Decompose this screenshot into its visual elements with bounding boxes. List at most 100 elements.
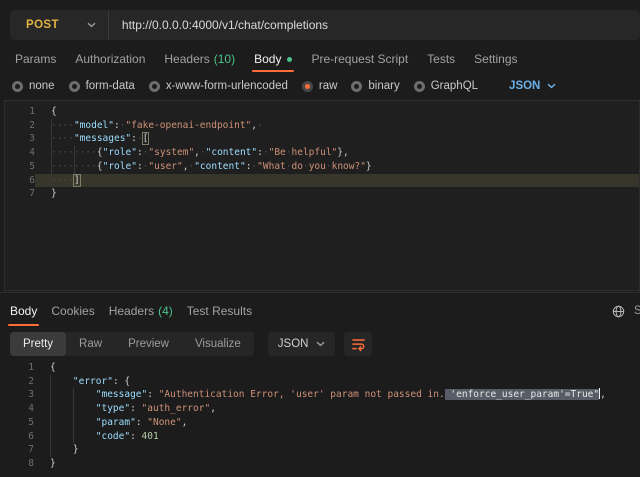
- globe-icon[interactable]: [612, 305, 625, 318]
- code-content: "code": 401: [34, 430, 640, 444]
- tab-label: Params: [15, 52, 56, 66]
- code-content: }: [34, 443, 640, 457]
- indent-guide: [50, 402, 51, 416]
- token-str: "fake-openai-endpoint": [125, 120, 251, 131]
- line-number: 8: [4, 457, 34, 471]
- token-key: "role": [103, 161, 137, 172]
- mode-none[interactable]: none: [12, 80, 55, 92]
- tab-authorization[interactable]: Authorization: [75, 46, 145, 72]
- token-pun: }: [51, 188, 57, 199]
- indent-guide: [50, 375, 51, 389]
- mode-form-data[interactable]: form-data: [69, 80, 135, 92]
- token-pun: }: [366, 161, 372, 172]
- token-pun: :·: [257, 147, 268, 158]
- line-number: 4: [4, 402, 34, 416]
- response-tab-label: Test Results: [187, 304, 252, 318]
- code-content: "message": "Authentication Error, 'user'…: [34, 388, 640, 402]
- body-language-select[interactable]: JSON: [509, 80, 556, 92]
- word-wrap-icon: [351, 337, 366, 352]
- chevron-down-icon: [316, 341, 325, 347]
- code-line: 7}: [5, 187, 639, 201]
- token-pun: }: [50, 458, 56, 469]
- mode-raw[interactable]: raw: [302, 80, 338, 92]
- request-body-editor[interactable]: 1{2····"model":·"fake-openai-endpoint",·…: [4, 100, 640, 291]
- url-input[interactable]: http://0.0.0.0:4000/v1/chat/completions: [109, 18, 328, 32]
- line-number: 2: [5, 119, 35, 133]
- mode-x-www-form-urlencoded[interactable]: x-www-form-urlencoded: [149, 80, 288, 92]
- token-key: "model": [74, 120, 114, 131]
- mode-binary[interactable]: binary: [351, 80, 399, 92]
- response-language-select[interactable]: JSON: [268, 332, 336, 356]
- token-pun: {: [50, 362, 56, 373]
- code-line: 5········{"role":·"user",·"content":·"Wh…: [5, 160, 639, 174]
- word-wrap-button[interactable]: [344, 332, 372, 356]
- response-tab-body[interactable]: Body: [10, 296, 37, 326]
- view-pretty[interactable]: Pretty: [10, 332, 66, 356]
- token-ws: [50, 376, 73, 387]
- token-key: "role": [103, 147, 137, 158]
- tab-body[interactable]: Body: [254, 46, 292, 72]
- request-url-bar: POST http://0.0.0.0:4000/v1/chat/complet…: [10, 10, 640, 40]
- token-bracket: ]: [74, 175, 80, 186]
- tab-tests[interactable]: Tests: [427, 46, 455, 72]
- response-status-icons: S: [612, 296, 640, 326]
- section-divider: [0, 292, 640, 293]
- chevron-down-icon: [87, 22, 96, 28]
- token-str: "Authentication Error, 'user' param not …: [159, 389, 445, 400]
- response-tab-headers[interactable]: Headers(4): [109, 296, 173, 326]
- method-selector[interactable]: POST: [10, 19, 96, 31]
- tab-label: Body: [254, 52, 281, 66]
- whitespace-dot: ·: [326, 161, 332, 172]
- tab-settings[interactable]: Settings: [474, 46, 517, 72]
- response-tab-test-results[interactable]: Test Results: [187, 296, 252, 326]
- mode-graphql[interactable]: GraphQL: [414, 80, 478, 92]
- line-number: 5: [4, 416, 34, 430]
- line-number: 3: [5, 132, 35, 146]
- token-pun: },: [337, 147, 348, 158]
- line-number: 5: [5, 160, 35, 174]
- body-type-row: none form-data x-www-form-urlencoded raw bin…: [12, 74, 640, 98]
- token-ws: ·: [257, 120, 263, 131]
- indent-guide: [51, 160, 52, 174]
- whitespace-dot: ·: [303, 161, 309, 172]
- code-line: 5 "param": "None",: [4, 416, 640, 430]
- code-line: 7 }: [4, 443, 640, 457]
- response-tabs: Body Cookies Headers(4) Test Results: [10, 296, 600, 326]
- tab-headers[interactable]: Headers(10): [164, 46, 235, 72]
- view-raw[interactable]: Raw: [66, 332, 115, 356]
- radio-icon: [302, 81, 313, 92]
- token-pun: : {: [113, 376, 130, 387]
- indent-guide: [51, 146, 52, 160]
- code-line: 1{: [5, 105, 639, 119]
- tab-count-badge: (10): [214, 52, 235, 66]
- indent-guide: [50, 388, 51, 402]
- line-number: 4: [5, 146, 35, 160]
- indent-guide: [74, 160, 75, 174]
- token-pun: :: [147, 389, 158, 400]
- line-number: 7: [5, 187, 35, 201]
- view-preview[interactable]: Preview: [115, 332, 182, 356]
- code-line: 4 "type": "auth_error",: [4, 402, 640, 416]
- body-language-label: JSON: [509, 80, 540, 92]
- whitespace-dot: ·: [137, 133, 143, 144]
- view-visualize[interactable]: Visualize: [182, 332, 254, 356]
- tab-label: Authorization: [75, 52, 145, 66]
- response-body-editor[interactable]: 1{2 "error": {3 "message": "Authenticati…: [4, 358, 640, 477]
- token-str: "auth_error": [142, 403, 211, 414]
- indent-guide: [73, 430, 74, 444]
- tab-label: Tests: [427, 52, 455, 66]
- token-ws: ····: [51, 120, 74, 131]
- token-key: "error": [73, 376, 113, 387]
- code-content: }: [34, 457, 640, 471]
- code-content: ····"model":·"fake-openai-endpoint",·: [35, 119, 639, 133]
- token-pun: }: [73, 444, 79, 455]
- response-view-switch: PrettyRawPreviewVisualize: [10, 332, 254, 356]
- tab-params[interactable]: Params: [15, 46, 56, 72]
- token-ws: [50, 444, 73, 455]
- response-tab-cookies[interactable]: Cookies: [51, 296, 94, 326]
- tab-pre-request-script[interactable]: Pre-request Script: [311, 46, 408, 72]
- token-pun: {: [51, 106, 57, 117]
- token-key: "code": [96, 431, 130, 442]
- token-key: "content": [206, 147, 257, 158]
- code-content: {: [35, 105, 639, 119]
